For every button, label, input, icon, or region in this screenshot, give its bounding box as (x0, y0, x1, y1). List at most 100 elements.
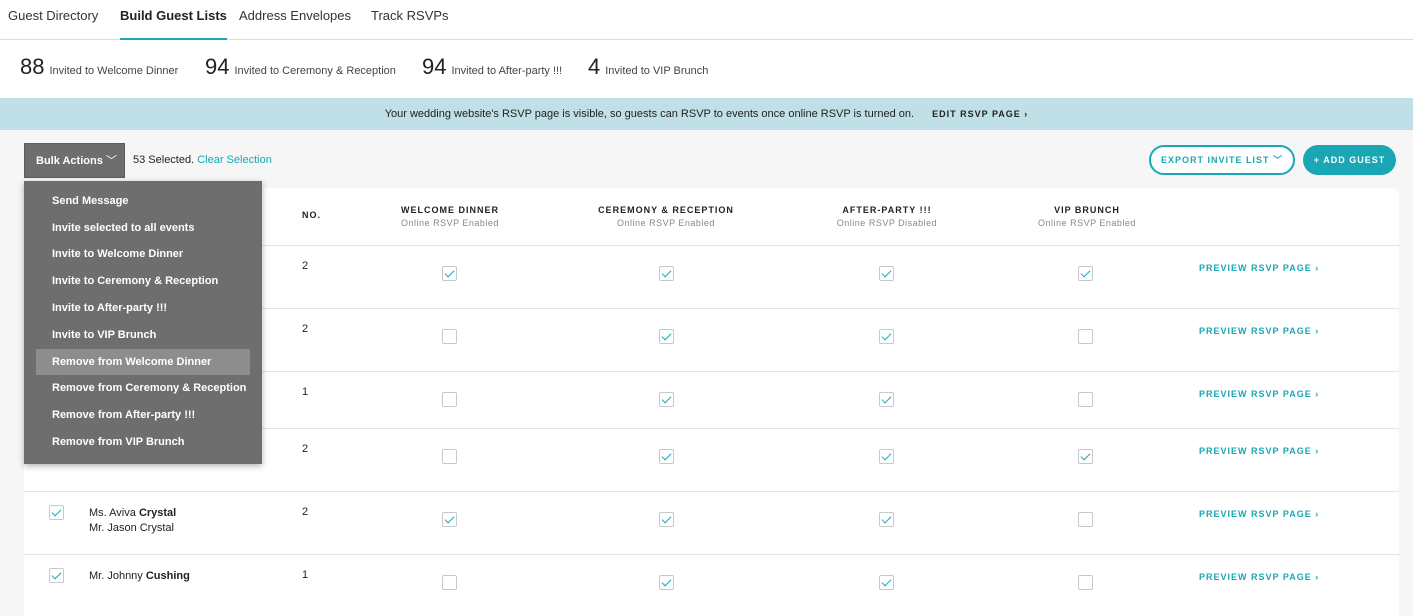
export-invite-list-button[interactable]: EXPORT INVITE LIST ﹀ (1149, 145, 1295, 175)
preview-rsvp-page-link[interactable]: PREVIEW RSVP PAGE › (1199, 509, 1319, 519)
event-invite-checkbox[interactable] (442, 512, 457, 527)
column-header-status: Online RSVP Enabled (1038, 218, 1136, 228)
event-invite-checkbox[interactable] (879, 329, 894, 344)
bulk-actions-menu: Send Message Invite selected to all event… (24, 181, 262, 464)
guest-name-first: Mr. Johnny (89, 570, 146, 582)
event-invite-checkbox[interactable] (1078, 392, 1093, 407)
guest-name-last: Cushing (145, 570, 190, 582)
row-select-checkbox[interactable] (49, 505, 64, 520)
clear-selection-link[interactable]: Clear Selection (197, 154, 272, 166)
column-header-title: CEREMONY & RECEPTION (598, 205, 734, 215)
party-count: 2 (302, 506, 309, 518)
column-header-vip-brunch: VIP BRUNCH Online RSVP Enabled (1000, 205, 1174, 228)
guest-names: Mr. Johnny Cushing (89, 569, 190, 584)
banner-text: Your wedding website's RSVP page is visi… (384, 108, 915, 120)
event-invite-checkbox[interactable] (442, 449, 457, 464)
rsvp-visibility-banner: Your wedding website's RSVP page is visi… (0, 98, 1413, 130)
stat-ceremony-reception: 94 Invited to Ceremony & Reception (205, 54, 396, 80)
stat-count: 4 (588, 54, 601, 79)
stat-vip-brunch: 4 Invited to VIP Brunch (588, 54, 708, 80)
event-invite-checkbox[interactable] (442, 575, 457, 590)
event-invite-checkbox[interactable] (442, 392, 457, 407)
stat-label: Invited to Ceremony & Reception (234, 65, 396, 77)
column-header-welcome-dinner: WELCOME DINNER Online RSVP Enabled (364, 205, 536, 228)
table-row: Ms. Aviva Crystal Mr. Jason Crystal 2 PREVI… (24, 491, 1399, 554)
event-invite-checkbox[interactable] (879, 575, 894, 590)
stat-count: 94 (205, 54, 230, 79)
column-header-status: Online RSVP Enabled (617, 218, 715, 228)
event-invite-checkbox[interactable] (442, 266, 457, 281)
event-invite-checkbox[interactable] (659, 392, 674, 407)
stat-after-party: 94 Invited to After-party !!! (422, 54, 562, 80)
event-invite-checkbox[interactable] (1078, 512, 1093, 527)
party-count: 2 (302, 323, 309, 335)
guest-name-first: Mr. Jason Crystal (89, 522, 174, 534)
event-invite-checkbox[interactable] (442, 329, 457, 344)
preview-rsvp-page-link[interactable]: PREVIEW RSVP PAGE › (1199, 263, 1319, 273)
tab-bar: Guest Directory Build Guest Lists Addres… (0, 0, 1413, 40)
party-count: 2 (302, 260, 309, 272)
selection-summary: 53 Selected. Clear Selection (133, 154, 272, 166)
bulk-menu-item[interactable]: Remove from Welcome Dinner (36, 349, 250, 375)
party-count: 1 (302, 386, 309, 398)
column-header-title: AFTER-PARTY !!! (842, 205, 932, 215)
bulk-menu-item[interactable]: Send Message (36, 188, 250, 214)
bulk-menu-item[interactable]: Invite to VIP Brunch (36, 322, 250, 348)
chevron-down-icon: ﹀ (105, 155, 117, 167)
column-header-title: VIP BRUNCH (1054, 205, 1120, 215)
bulk-menu-item[interactable]: Invite to After-party !!! (36, 295, 250, 321)
add-guest-button[interactable]: + ADD GUEST (1303, 145, 1396, 175)
tab-guest-directory[interactable]: Guest Directory (8, 0, 98, 40)
row-select-checkbox[interactable] (49, 568, 64, 583)
selected-count: 53 Selected. (133, 154, 195, 166)
tab-track-rsvps[interactable]: Track RSVPs (371, 0, 449, 40)
preview-rsvp-page-link[interactable]: PREVIEW RSVP PAGE › (1199, 446, 1319, 456)
column-header-after-party: AFTER-PARTY !!! Online RSVP Disabled (800, 205, 974, 228)
table-row: Mr. Johnny Cushing 1 PREVIEW RSVP PAGE › (24, 554, 1399, 616)
event-invite-checkbox[interactable] (659, 329, 674, 344)
event-invite-checkbox[interactable] (659, 512, 674, 527)
preview-rsvp-page-link[interactable]: PREVIEW RSVP PAGE › (1199, 572, 1319, 582)
event-invite-checkbox[interactable] (1078, 449, 1093, 464)
preview-rsvp-page-link[interactable]: PREVIEW RSVP PAGE › (1199, 326, 1319, 336)
bulk-menu-item[interactable]: Remove from VIP Brunch (36, 429, 250, 455)
event-invite-checkbox[interactable] (1078, 266, 1093, 281)
column-header-title: WELCOME DINNER (401, 205, 499, 215)
event-invite-checkbox[interactable] (879, 449, 894, 464)
event-invite-checkbox[interactable] (879, 392, 894, 407)
event-invite-checkbox[interactable] (879, 512, 894, 527)
event-invite-checkbox[interactable] (659, 266, 674, 281)
bulk-menu-item[interactable]: Invite selected to all events (36, 215, 250, 241)
event-invite-checkbox[interactable] (659, 449, 674, 464)
event-invite-checkbox[interactable] (1078, 329, 1093, 344)
bulk-actions-button[interactable]: Bulk Actions ﹀ (24, 143, 125, 178)
stat-welcome-dinner: 88 Invited to Welcome Dinner (20, 54, 178, 80)
guest-name: Ms. Aviva Crystal (89, 506, 176, 521)
bulk-menu-item[interactable]: Remove from After-party !!! (36, 402, 250, 428)
stat-count: 94 (422, 54, 447, 79)
column-header-ceremony-reception: CEREMONY & RECEPTION Online RSVP Enabled (579, 205, 753, 228)
bulk-menu-item[interactable]: Invite to Welcome Dinner (36, 241, 250, 267)
column-header-status: Online RSVP Enabled (401, 218, 499, 228)
guest-name-first: Ms. Aviva (89, 507, 139, 519)
event-invite-checkbox[interactable] (1078, 575, 1093, 590)
preview-rsvp-page-link[interactable]: PREVIEW RSVP PAGE › (1199, 389, 1319, 399)
guest-name: Mr. Jason Crystal (89, 521, 176, 536)
guest-name-last: Crystal (138, 507, 177, 519)
event-invite-checkbox[interactable] (879, 266, 894, 281)
tab-address-envelopes[interactable]: Address Envelopes (239, 0, 351, 40)
stat-label: Invited to After-party !!! (451, 65, 563, 77)
event-invite-checkbox[interactable] (659, 575, 674, 590)
column-header-count: NO. (302, 210, 321, 220)
bulk-actions-label: Bulk Actions (36, 155, 103, 167)
bulk-menu-item[interactable]: Remove from Ceremony & Reception (36, 375, 250, 401)
column-header-status: Online RSVP Disabled (836, 218, 938, 228)
invite-stats: 88 Invited to Welcome Dinner 94 Invited to… (0, 40, 1413, 98)
column-header-title: NO. (302, 210, 322, 220)
bulk-menu-item[interactable]: Invite to Ceremony & Reception (36, 268, 250, 294)
party-count: 2 (302, 443, 309, 455)
party-count: 1 (302, 569, 309, 581)
tab-build-guest-lists[interactable]: Build Guest Lists (120, 0, 227, 40)
edit-rsvp-page-link[interactable]: EDIT RSVP PAGE › (932, 109, 1028, 119)
stat-count: 88 (20, 54, 45, 79)
